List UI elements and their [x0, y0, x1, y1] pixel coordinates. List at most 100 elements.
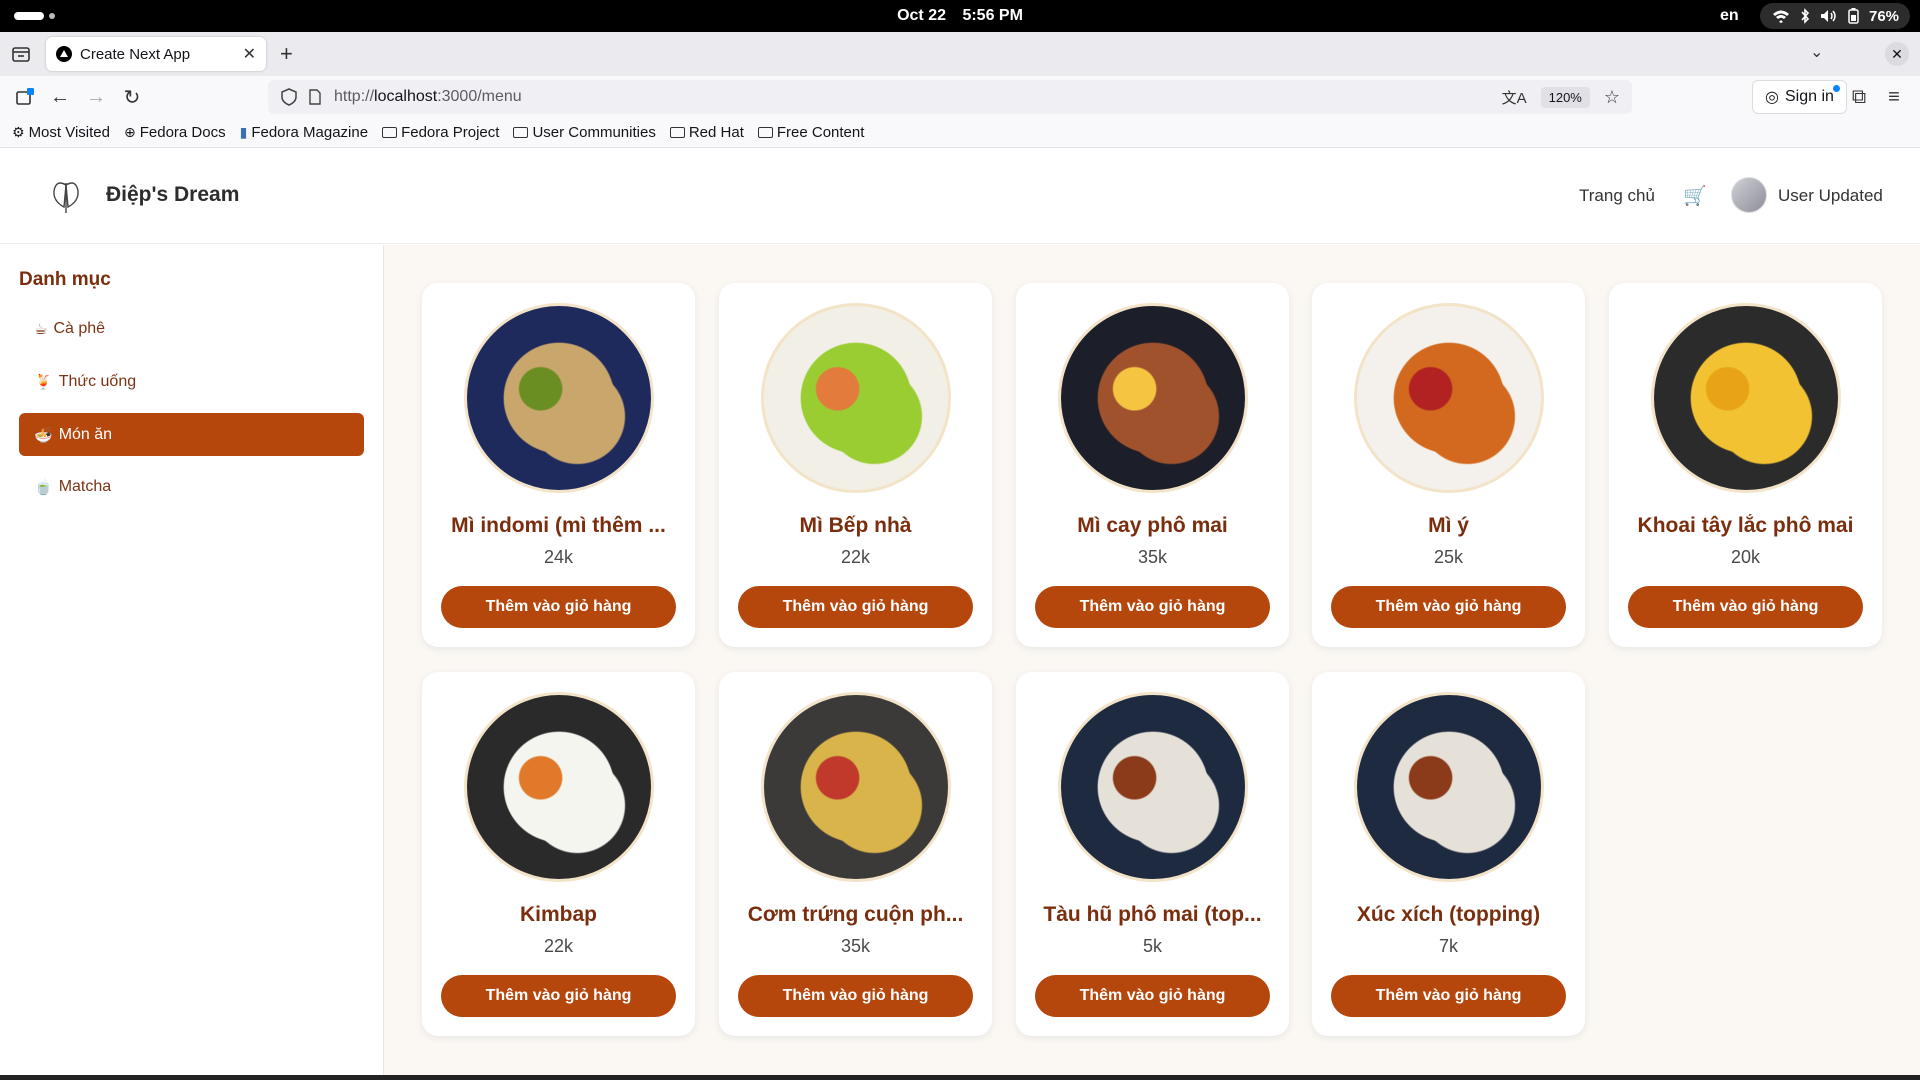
add-to-cart-button[interactable]: Thêm vào giỏ hàng [738, 975, 973, 1017]
product-name: Xúc xích (topping) [1356, 903, 1541, 926]
food-image [1354, 303, 1544, 493]
add-to-cart-button[interactable]: Thêm vào giỏ hàng [1331, 586, 1566, 628]
product-price: 7k [1438, 936, 1458, 956]
category-item-matcha[interactable]: 🍵 Matcha [19, 465, 364, 508]
sign-in-label: Sign in [1784, 88, 1834, 105]
date-text: Oct 22 [897, 7, 946, 24]
product-card[interactable]: Tàu hũ phô mai (top... 5k Thêm vào giỏ hàn… [1016, 672, 1289, 1036]
category-item-thuc-uong[interactable]: 🍹 Thức uống [19, 360, 364, 403]
add-to-cart-button[interactable]: Thêm vào giỏ hàng [441, 586, 676, 628]
sidebar-toggle-icon[interactable] [12, 84, 38, 110]
wifi-icon [1773, 10, 1789, 23]
product-card[interactable]: Mì indomi (mì thêm ... 24k Thêm vào giỏ hà… [422, 283, 695, 647]
folder-icon [669, 127, 685, 138]
product-name: Cơm trứng cuộn ph... [747, 903, 964, 926]
bookmarks-bar: ⚙ Most Visited ⊕ Fedora Docs ▮ Fedora Magaz… [0, 118, 1920, 148]
avatar[interactable] [1731, 177, 1767, 213]
system-tray[interactable]: 76% [1760, 3, 1910, 29]
butterfly-logo-icon[interactable] [50, 179, 82, 215]
product-card[interactable]: Mì ý 25k Thêm vào giỏ hàng [1312, 283, 1585, 647]
product-price: 22k [840, 547, 871, 567]
account-icon: ◎ [1765, 89, 1779, 106]
product-card[interactable]: Mì cay phô mai 35k Thêm vào giỏ hàng [1016, 283, 1289, 647]
forward-arrow-icon[interactable]: → [83, 84, 109, 110]
food-image [464, 692, 654, 882]
food-image [464, 303, 654, 493]
add-to-cart-button[interactable]: Thêm vào giỏ hàng [1331, 975, 1566, 1017]
folder-icon [382, 127, 398, 138]
bluetooth-icon [1801, 8, 1810, 24]
battery-percent: 76% [1869, 7, 1900, 25]
nav-link-home[interactable]: Trang chủ [1579, 186, 1655, 206]
browser-nav-bar: ← → ↻ http://localhost:3000/menu 文A 120%… [0, 76, 1920, 118]
new-tab-icon[interactable]: + [280, 41, 293, 67]
product-price: 35k [1137, 547, 1168, 567]
back-arrow-icon[interactable]: ← [47, 84, 73, 110]
brand-name[interactable]: Điệp's Dream [106, 183, 239, 207]
category-item-ca-phe[interactable]: ☕ Cà phê [19, 307, 364, 350]
bookmark-user-communities[interactable]: User Communities [513, 124, 656, 141]
bookmark-free-content[interactable]: Free Content [757, 124, 864, 141]
page-icon [309, 89, 321, 105]
food-image [761, 303, 951, 493]
bookmark-red-hat[interactable]: Red Hat [669, 124, 744, 141]
product-card[interactable]: Cơm trứng cuộn ph... 35k Thêm vào giỏ hàng [719, 672, 992, 1036]
add-to-cart-button[interactable]: Thêm vào giỏ hàng [738, 586, 973, 628]
food-image [1058, 692, 1248, 882]
coffee-icon: ☕ [34, 320, 48, 338]
category-item-mon-an[interactable]: 🍜 Món ăn [19, 413, 364, 456]
product-name: Khoai tây lắc phô mai [1637, 514, 1854, 537]
product-card[interactable]: Kimbap 22k Thêm vào giỏ hàng [422, 672, 695, 1036]
product-name: Kimbap [519, 903, 597, 926]
os-status-bar: Oct 22 5:56 PM en 76% [0, 0, 1920, 32]
notification-dot [1832, 85, 1840, 92]
bookmark-fedora-docs[interactable]: ⊕ Fedora Docs [124, 124, 226, 141]
globe-icon: ⊕ [124, 124, 136, 140]
product-price: 5k [1142, 936, 1162, 956]
zoom-level[interactable]: 120% [1540, 86, 1590, 108]
cart-icon[interactable]: 🛒 [1683, 184, 1707, 208]
bookmark-most-visited[interactable]: ⚙ Most Visited [12, 124, 110, 141]
bookmark-fedora-magazine[interactable]: ▮ Fedora Magazine [240, 124, 368, 141]
category-sidebar: Danh mục ☕ Cà phê 🍹 Thức uống 🍜 Món ăn 🍵 Mat… [0, 245, 384, 1075]
add-to-cart-button[interactable]: Thêm vào giỏ hàng [441, 975, 676, 1017]
window-close-icon[interactable]: ✕ [1885, 42, 1909, 66]
product-price: 25k [1433, 547, 1464, 567]
url-bar[interactable]: http://localhost:3000/menu 文A 120% ☆ [268, 80, 1632, 114]
keyboard-layout[interactable]: en [1720, 7, 1739, 25]
product-name: Mì Bếp nhà [799, 514, 912, 537]
product-name: Mì indomi (mì thêm ... [451, 514, 666, 537]
food-image [1354, 692, 1544, 882]
add-to-cart-button[interactable]: Thêm vào giỏ hàng [1035, 586, 1270, 628]
bookmark-star-icon[interactable]: ☆ [1604, 87, 1620, 108]
fedora-icon: ▮ [239, 124, 248, 140]
add-to-cart-button[interactable]: Thêm vào giỏ hàng [1628, 586, 1863, 628]
product-card[interactable]: Xúc xích (topping) 7k Thêm vào giỏ hàng [1312, 672, 1585, 1036]
shield-icon[interactable] [280, 88, 298, 106]
tab-manager-icon[interactable] [10, 43, 32, 65]
browser-tab[interactable]: Create Next App ✕ [46, 37, 266, 71]
clock[interactable]: Oct 22 5:56 PM [0, 7, 1920, 25]
translate-icon[interactable]: 文A [1502, 87, 1527, 108]
product-name: Mì cay phô mai [1077, 514, 1228, 537]
bookmark-fedora-project[interactable]: Fedora Project [382, 124, 499, 141]
bottom-edge [0, 1075, 1920, 1080]
reload-icon[interactable]: ↻ [119, 84, 145, 110]
menu-icon[interactable]: ≡ [1881, 84, 1907, 110]
product-price: 35k [840, 936, 871, 956]
product-card[interactable]: Khoai tây lắc phô mai 20k Thêm vào giỏ hàn… [1609, 283, 1882, 647]
folder-icon [513, 127, 529, 138]
extensions-icon[interactable]: ⧉ [1846, 84, 1872, 110]
sign-in-button[interactable]: ◎ Sign in [1752, 80, 1847, 114]
add-to-cart-button[interactable]: Thêm vào giỏ hàng [1035, 975, 1270, 1017]
drink-icon: 🍹 [34, 373, 53, 391]
product-card[interactable]: Mì Bếp nhà 22k Thêm vào giỏ hàng [719, 283, 992, 647]
url-text[interactable]: http://localhost:3000/menu [334, 88, 522, 106]
tab-close-icon[interactable]: ✕ [243, 44, 256, 64]
product-name: Tàu hũ phô mai (top... [1043, 903, 1262, 926]
product-price: 20k [1730, 547, 1761, 567]
product-price: 24k [543, 547, 574, 567]
chevron-down-icon[interactable]: ⌄ [1810, 42, 1823, 62]
user-name[interactable]: User Updated [1778, 186, 1883, 206]
battery-icon [1848, 8, 1859, 24]
